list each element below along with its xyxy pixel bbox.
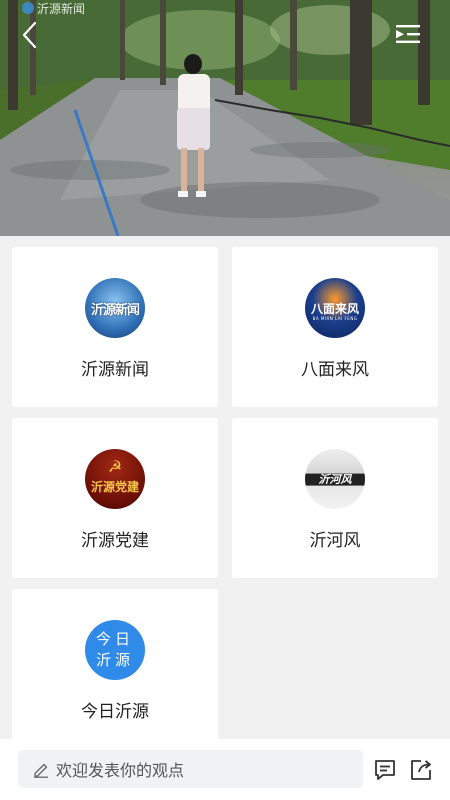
logo-text-line: 今日 <box>95 630 134 648</box>
comment-icon <box>375 760 395 780</box>
pencil-icon <box>34 763 48 778</box>
chevron-left-icon <box>22 21 37 49</box>
back-button[interactable] <box>18 20 44 50</box>
share-icon <box>411 760 431 780</box>
channel-label: 沂河风 <box>309 531 361 551</box>
channel-label: 八面来风 <box>301 360 369 380</box>
channel-card-yiyuan-news[interactable]: 沂源新闻 沂源新闻 <box>12 247 218 407</box>
comment-input[interactable]: 欢迎发表你的观点 <box>18 750 363 788</box>
channel-card-jinri-yiyuan[interactable]: 今日 沂源 今日沂源 <box>12 589 218 749</box>
share-button[interactable] <box>409 758 433 782</box>
yiyuan-news-logo: 沂源新闻 <box>85 278 145 338</box>
yihe-feng-logo: 沂河风 <box>305 449 365 509</box>
logo-text: 今日 沂源 <box>96 629 134 671</box>
playlist-icon <box>396 25 420 43</box>
channel-card-bamian-laifeng[interactable]: 八面来风 BA MIAN LAI FENG 八面来风 <box>232 247 438 407</box>
playlist-button[interactable] <box>396 24 420 44</box>
logo-text: 沂河风 <box>318 473 352 486</box>
hammer-sickle-icon: ☭ <box>107 457 123 476</box>
channel-label: 沂源新闻 <box>81 360 149 380</box>
logo-text: 八面来风 <box>310 301 359 316</box>
comment-bar: 欢迎发表你的观点 <box>0 739 450 800</box>
jinri-yiyuan-logo: 今日 沂源 <box>85 620 145 680</box>
logo-text-line: 沂源 <box>95 651 134 669</box>
yiyuan-party-logo: ☭ 沂源党建 <box>85 449 145 509</box>
video-player[interactable]: 沂源新闻 <box>0 0 450 236</box>
channel-card-yihe-feng[interactable]: 沂河风 沂河风 <box>232 418 438 578</box>
comment-button[interactable] <box>373 758 397 782</box>
logo-subtext: BA MIAN LAI FENG <box>312 316 358 321</box>
comment-placeholder: 欢迎发表你的观点 <box>56 761 185 780</box>
channel-label: 沂源党建 <box>81 531 149 551</box>
logo-text: 沂源新闻 <box>90 302 140 318</box>
video-frame <box>0 0 450 236</box>
watermark-logo-icon <box>22 2 34 14</box>
channel-watermark: 沂源新闻 <box>22 0 85 16</box>
logo-text: 沂源党建 <box>90 479 139 494</box>
channel-label: 今日沂源 <box>81 702 149 722</box>
watermark-text: 沂源新闻 <box>37 1 86 16</box>
channel-card-yiyuan-party[interactable]: ☭ 沂源党建 沂源党建 <box>12 418 218 578</box>
channel-grid: 沂源新闻 沂源新闻 八面来风 BA MIAN LAI FENG 八面来风 ☭ 沂… <box>12 247 438 749</box>
bamian-laifeng-logo: 八面来风 BA MIAN LAI FENG <box>305 278 365 338</box>
